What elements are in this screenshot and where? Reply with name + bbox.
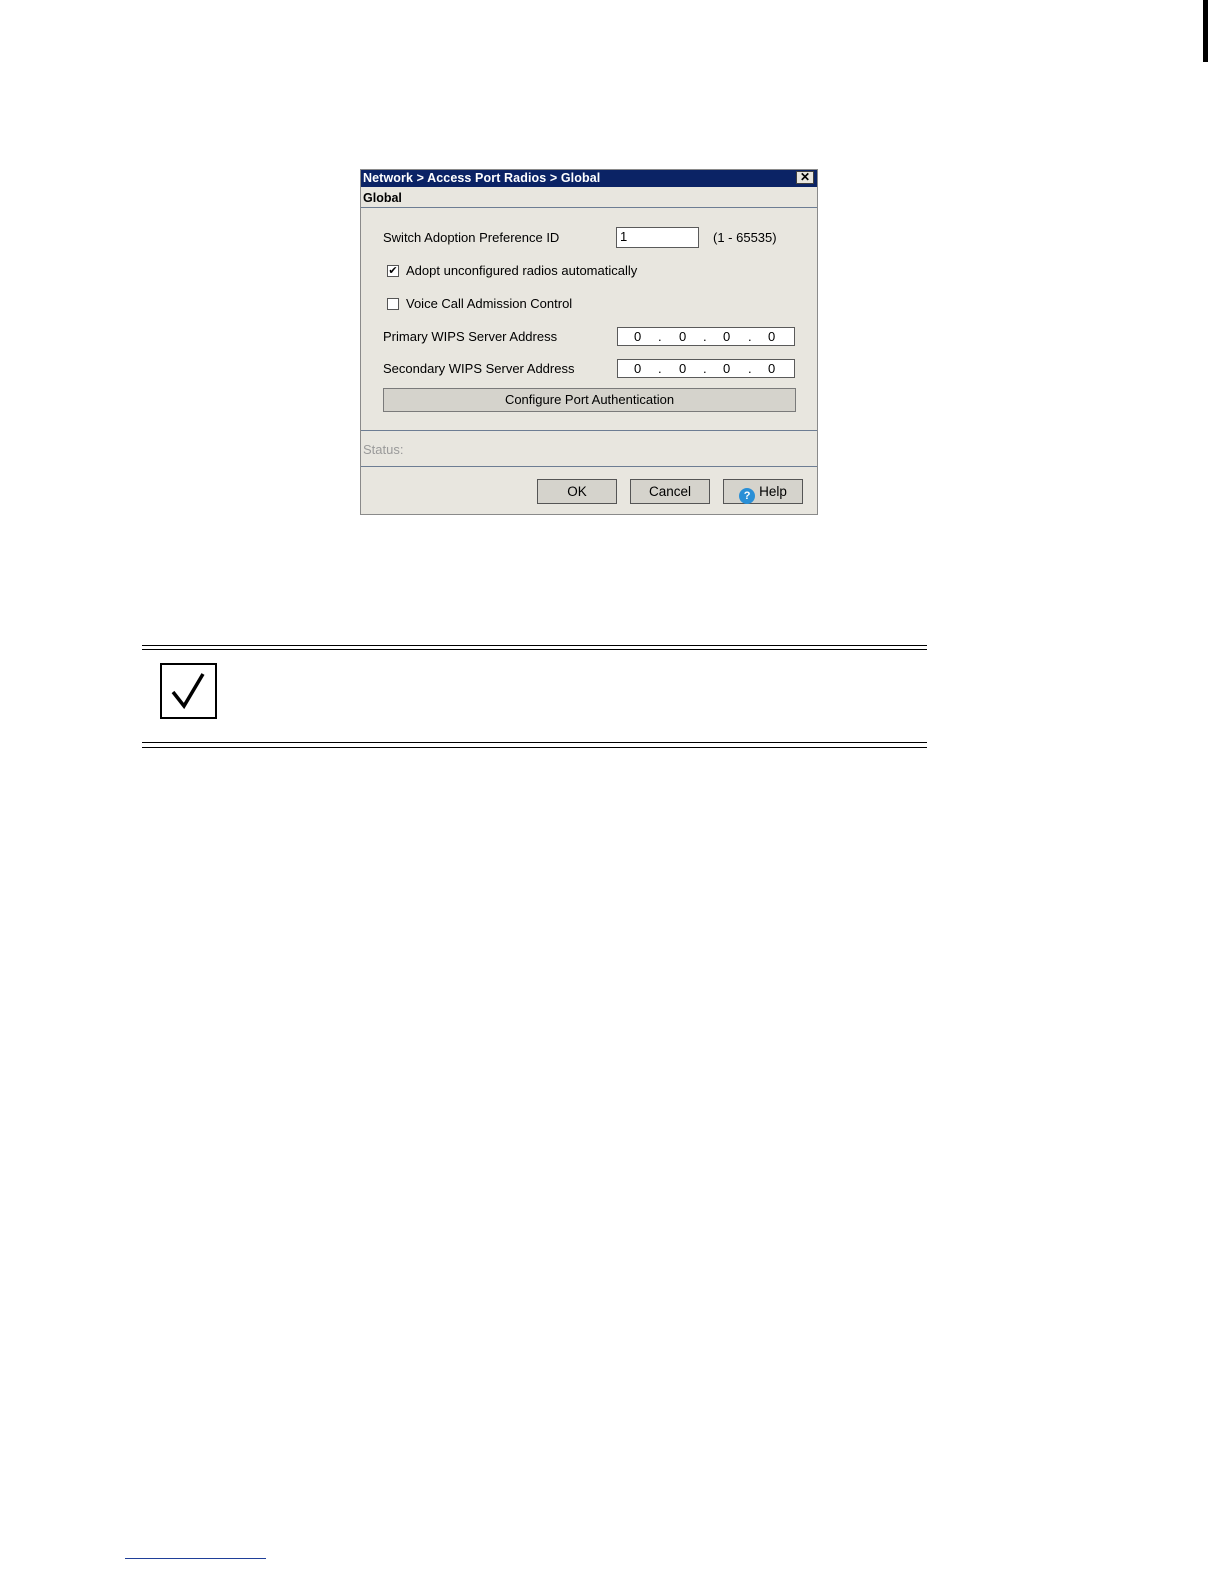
footer-link-underline: [125, 1558, 266, 1559]
status-label: Status:: [363, 442, 404, 457]
help-icon: ?: [739, 488, 756, 504]
adoption-pref-range: (1 - 65535): [713, 230, 777, 245]
voice-cac-checkbox[interactable]: [387, 298, 399, 310]
adopt-unconfigured-label: Adopt unconfigured radios automatically: [406, 263, 638, 278]
note-rule-bottom: [142, 747, 927, 748]
checkmark-icon-svg: [171, 673, 205, 710]
adoption-pref-input[interactable]: 1: [616, 227, 699, 248]
adoption-pref-label: Switch Adoption Preference ID: [383, 230, 560, 245]
note-rule-top: [142, 645, 927, 646]
primary-wips-field[interactable]: 0 . 0 . 0 . 0: [617, 327, 795, 346]
global-dialog: Network > Access Port Radios > Global ✕ …: [360, 169, 818, 515]
close-icon[interactable]: ✕: [796, 171, 814, 184]
section-header: Global: [361, 189, 817, 208]
note-rule-top: [142, 649, 927, 650]
ip-octet: 0: [679, 329, 687, 344]
adopt-unconfigured-checkbox[interactable]: ✔: [387, 265, 399, 277]
divider: [361, 430, 817, 431]
dialog-title: Network > Access Port Radios > Global: [361, 170, 817, 187]
secondary-wips-label: Secondary WIPS Server Address: [383, 361, 575, 376]
divider: [361, 466, 817, 467]
primary-wips-label: Primary WIPS Server Address: [383, 329, 558, 344]
ip-octet: 0: [768, 329, 776, 344]
ip-dot: .: [658, 329, 662, 344]
cancel-button[interactable]: Cancel: [630, 479, 710, 504]
ip-dot: .: [703, 329, 707, 344]
ip-octet: 0: [768, 361, 776, 376]
voice-cac-label: Voice Call Admission Control: [406, 296, 573, 311]
note-rule-bottom: [142, 742, 927, 743]
ip-octet: 0: [723, 329, 731, 344]
ip-octet: 0: [634, 329, 642, 344]
ip-dot: .: [658, 361, 662, 376]
secondary-wips-field[interactable]: 0 . 0 . 0 . 0: [617, 359, 795, 378]
ip-dot: .: [748, 329, 752, 344]
ip-dot: .: [703, 361, 707, 376]
configure-port-auth-button[interactable]: Configure Port Authentication: [383, 388, 796, 412]
ip-octet: 0: [634, 361, 642, 376]
ip-octet: 0: [723, 361, 731, 376]
help-label: Help: [759, 484, 787, 499]
page-edge-bar: [1203, 0, 1208, 62]
ip-octet: 0: [679, 361, 687, 376]
help-button[interactable]: ? Help: [723, 479, 803, 504]
ip-dot: .: [748, 361, 752, 376]
checkmark-icon: [160, 663, 217, 719]
ok-button[interactable]: OK: [537, 479, 617, 504]
